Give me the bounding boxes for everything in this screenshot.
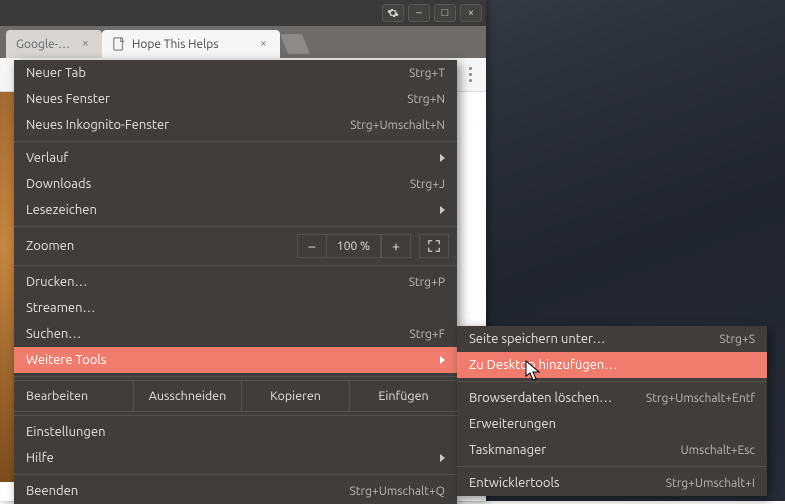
menu-item-shortcut: Strg+Umschalt+N (350, 119, 445, 132)
menu-find[interactable]: Suchen… Strg+F (14, 321, 457, 347)
menu-more-tools[interactable]: Weitere Tools (14, 347, 457, 373)
tab-close-icon[interactable]: × (260, 39, 270, 49)
submenu-clear-data[interactable]: Browserdaten löschen… Strg+Umschalt+Entf (457, 385, 767, 411)
submenu-arrow-icon (440, 356, 445, 364)
tab-hope-this-helps[interactable]: Hope This Helps × (102, 30, 280, 58)
page-hero-strip (0, 92, 14, 482)
window-menu-icon[interactable] (382, 4, 404, 22)
menu-item-shortcut: Strg+T (409, 67, 445, 80)
menu-item-label: Neues Inkognito-Fenster (26, 118, 350, 132)
submenu-extensions[interactable]: Erweiterungen (457, 411, 767, 437)
tab-google-search[interactable]: Google-Such × (6, 30, 102, 58)
edit-cut-button[interactable]: Ausschneiden (134, 380, 242, 412)
menu-item-shortcut: Strg+Umschalt+Entf (646, 392, 755, 405)
zoom-out-button[interactable]: – (297, 234, 327, 258)
menu-item-label: Erweiterungen (469, 417, 755, 431)
tab-label: Hope This Helps (132, 38, 254, 51)
menu-new-incognito[interactable]: Neues Inkognito-Fenster Strg+Umschalt+N (14, 112, 457, 138)
menu-history[interactable]: Verlauf (14, 145, 457, 171)
menu-item-shortcut: Strg+F (409, 328, 445, 341)
menu-item-shortcut: Umschalt+Esc (680, 444, 755, 457)
menu-new-tab[interactable]: Neuer Tab Strg+T (14, 60, 457, 86)
menu-stream[interactable]: Streamen… (14, 295, 457, 321)
submenu-devtools[interactable]: Entwicklertools Strg+Umschalt+I (457, 470, 767, 496)
submenu-arrow-icon (440, 154, 445, 162)
tab-label: Google-Such (16, 38, 76, 51)
menu-item-shortcut: Strg+P (409, 276, 445, 289)
window-maximize-button[interactable]: □ (434, 4, 456, 22)
window-titlebar: – □ × (0, 0, 486, 26)
submenu-add-to-desktop[interactable]: Zu Desktop hinzufügen… (457, 352, 767, 378)
more-tools-submenu: Seite speichern unter… Strg+S Zu Desktop… (457, 326, 767, 496)
menu-separator (14, 474, 457, 475)
tab-close-icon[interactable]: × (82, 39, 92, 49)
menu-item-label: Weitere Tools (26, 353, 432, 367)
edit-paste-button[interactable]: Einfügen (350, 380, 457, 412)
menu-new-window[interactable]: Neues Fenster Strg+N (14, 86, 457, 112)
window-minimize-button[interactable]: – (408, 4, 430, 22)
menu-settings[interactable]: Einstellungen (14, 419, 457, 445)
tab-strip: Google-Such × Hope This Helps × (0, 26, 486, 58)
menu-zoom: Zoomen – 100 % + (14, 230, 457, 262)
menu-separator (14, 265, 457, 266)
menu-item-label: Streamen… (26, 301, 445, 315)
menu-item-label: Neuer Tab (26, 66, 409, 80)
new-tab-button[interactable] (280, 34, 310, 54)
menu-item-label: Lesezeichen (26, 203, 432, 217)
submenu-save-page[interactable]: Seite speichern unter… Strg+S (457, 326, 767, 352)
menu-item-label: Browserdaten löschen… (469, 391, 646, 405)
menu-quit[interactable]: Beenden Strg+Umschalt+Q (14, 478, 457, 504)
menu-item-label: Taskmanager (469, 443, 680, 457)
main-menu-button[interactable] (460, 63, 480, 87)
menu-item-label: Zu Desktop hinzufügen… (469, 358, 755, 372)
edit-copy-button[interactable]: Kopieren (242, 380, 350, 412)
menu-item-shortcut: Strg+S (720, 333, 756, 346)
menu-item-label: Zoomen (26, 239, 297, 253)
menu-item-label: Einstellungen (26, 425, 445, 439)
menu-item-label: Neues Fenster (26, 92, 407, 106)
menu-item-shortcut: Strg+N (407, 93, 445, 106)
menu-help[interactable]: Hilfe (14, 445, 457, 471)
menu-print[interactable]: Drucken… Strg+P (14, 269, 457, 295)
submenu-arrow-icon (440, 206, 445, 214)
menu-item-label: Downloads (26, 177, 410, 191)
zoom-value: 100 % (327, 234, 381, 258)
zoom-in-button[interactable]: + (381, 234, 411, 258)
menu-separator (14, 226, 457, 227)
page-favicon-icon (112, 37, 126, 51)
menu-item-shortcut: Strg+Umschalt+I (666, 477, 755, 490)
menu-item-label: Suchen… (26, 327, 409, 341)
menu-item-label: Drucken… (26, 275, 409, 289)
menu-item-shortcut: Strg+J (410, 178, 445, 191)
menu-separator (457, 466, 767, 467)
menu-item-label: Verlauf (26, 151, 432, 165)
fullscreen-button[interactable] (419, 234, 449, 258)
menu-bookmarks[interactable]: Lesezeichen (14, 197, 457, 223)
menu-separator (14, 376, 457, 377)
menu-item-label: Entwicklertools (469, 476, 666, 490)
submenu-taskmanager[interactable]: Taskmanager Umschalt+Esc (457, 437, 767, 463)
submenu-arrow-icon (440, 454, 445, 462)
menu-separator (457, 381, 767, 382)
menu-edit-row: Bearbeiten Ausschneiden Kopieren Einfüge… (14, 380, 457, 412)
menu-separator (14, 415, 457, 416)
menu-item-label: Beenden (26, 484, 349, 498)
menu-item-label: Hilfe (26, 451, 432, 465)
chrome-main-menu: Neuer Tab Strg+T Neues Fenster Strg+N Ne… (14, 60, 457, 504)
menu-item-shortcut: Strg+Umschalt+Q (349, 485, 445, 498)
edit-label: Bearbeiten (14, 380, 134, 412)
menu-downloads[interactable]: Downloads Strg+J (14, 171, 457, 197)
window-close-button[interactable]: × (460, 4, 482, 22)
menu-item-label: Seite speichern unter… (469, 332, 720, 346)
menu-separator (14, 141, 457, 142)
